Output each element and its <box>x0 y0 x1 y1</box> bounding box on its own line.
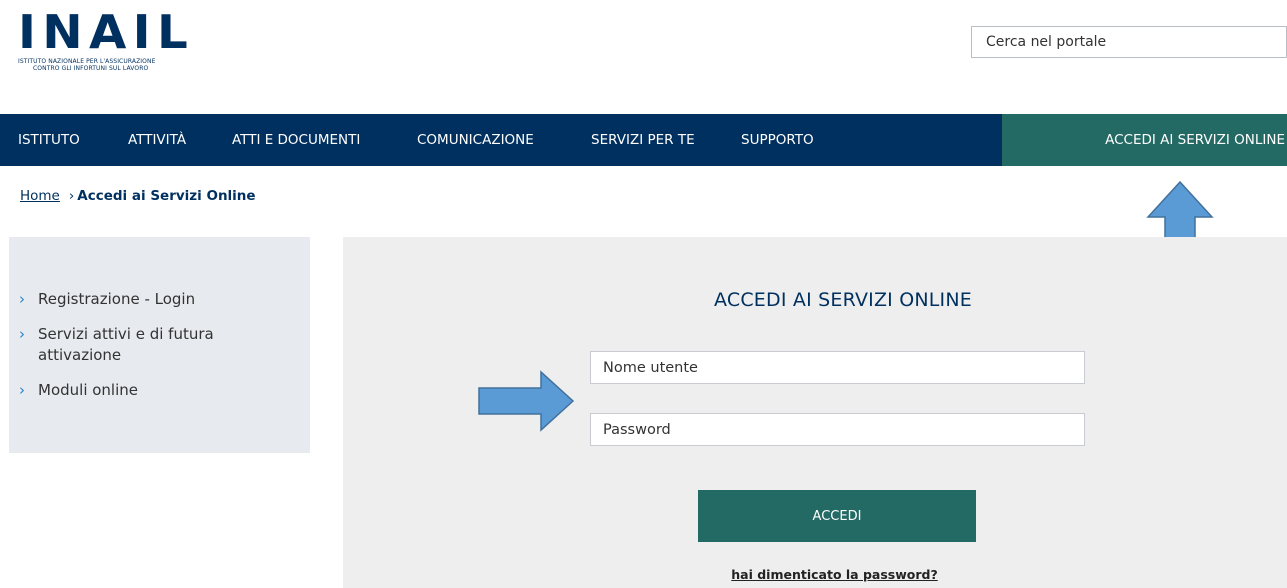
breadcrumb-separator: › <box>68 188 75 204</box>
sidebar-item-label: Moduli online <box>38 381 139 399</box>
nav-accedi-servizi-online[interactable]: ACCEDI AI SERVIZI ONLINE <box>1002 114 1287 166</box>
password-input[interactable] <box>591 414 1084 445</box>
inail-logo[interactable]: INAIL ISTITUTO NAZIONALE PER L'ASSICURAZ… <box>18 8 233 78</box>
password-field-wrapper <box>590 413 1085 446</box>
annotation-arrow-right-icon <box>478 370 575 432</box>
logo-subtitle-line1: ISTITUTO NAZIONALE PER L'ASSICURAZIONE <box>18 58 156 65</box>
breadcrumb: Home › Accedi ai Servizi Online <box>20 188 256 204</box>
login-title: ACCEDI AI SERVIZI ONLINE <box>714 289 972 311</box>
nav-item-servizi-per-te[interactable]: SERVIZI PER TE <box>591 114 695 166</box>
breadcrumb-home-link[interactable]: Home <box>20 188 60 204</box>
chevron-right-icon: › <box>19 381 25 399</box>
forgot-password-link[interactable]: hai dimenticato la password? <box>343 567 1287 582</box>
username-field-wrapper <box>590 351 1085 384</box>
main-nav: ISTITUTO ATTIVITÀ ATTI E DOCUMENTI COMUN… <box>0 114 1287 166</box>
sidebar: › Registrazione - Login › Servizi attivi… <box>9 237 310 453</box>
logo-wordmark: INAIL <box>18 5 195 59</box>
sidebar-item-moduli-online[interactable]: › Moduli online <box>19 380 138 401</box>
nav-item-attivita[interactable]: ATTIVITÀ <box>128 114 186 166</box>
sidebar-item-registrazione-login[interactable]: › Registrazione - Login <box>19 289 195 310</box>
sidebar-item-label: Registrazione - Login <box>38 290 196 308</box>
username-input[interactable] <box>591 352 1084 383</box>
sidebar-item-label: Servizi attivi e di futura attivazione <box>38 325 214 364</box>
search-box <box>971 26 1287 58</box>
chevron-right-icon: › <box>19 325 25 343</box>
sidebar-item-servizi-attivi[interactable]: › Servizi attivi e di futura attivazione <box>19 324 269 366</box>
logo-subtitle-line2: CONTRO GLI INFORTUNI SUL LAVORO <box>33 65 149 72</box>
accedi-button[interactable]: ACCEDI <box>698 490 976 542</box>
nav-item-istituto[interactable]: ISTITUTO <box>18 114 80 166</box>
nav-item-comunicazione[interactable]: COMUNICAZIONE <box>417 114 534 166</box>
chevron-right-icon: › <box>19 290 25 308</box>
nav-item-supporto[interactable]: SUPPORTO <box>741 114 814 166</box>
search-input[interactable] <box>972 27 1286 57</box>
nav-item-atti-e-documenti[interactable]: ATTI E DOCUMENTI <box>232 114 360 166</box>
page: INAIL ISTITUTO NAZIONALE PER L'ASSICURAZ… <box>0 0 1287 588</box>
breadcrumb-current: Accedi ai Servizi Online <box>77 188 256 204</box>
